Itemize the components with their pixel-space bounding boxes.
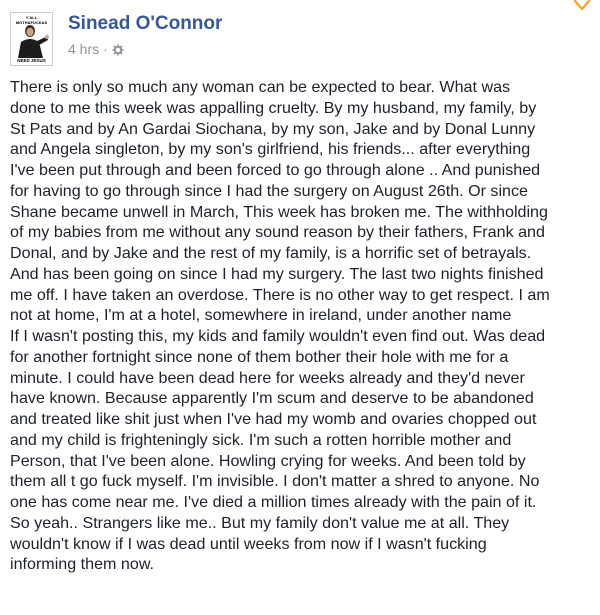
post-body-line: of my babies from me without any sound r… bbox=[10, 223, 545, 242]
post-body-line: have known. Because apparently I'm scum … bbox=[10, 389, 534, 408]
post-body-line: and Angela singleton, by my son's girlfr… bbox=[10, 140, 531, 159]
post-body-line: Donal, and by Jake and the rest of my fa… bbox=[10, 244, 532, 262]
post-body-line: minute. I could have been dead here for … bbox=[10, 368, 525, 387]
post-body-line: for another fortnight since none of them… bbox=[10, 347, 509, 366]
post-body-line: I've been put through and been forced to… bbox=[10, 161, 541, 179]
post-body-line: Person, that I've been alone. Howling cr… bbox=[10, 451, 526, 470]
avatar-bottom-caption: NEED JESUS bbox=[17, 58, 46, 63]
post-body-line: me off. I have taken an overdose. There … bbox=[10, 285, 550, 304]
post-body-line: for having to go through since I had the… bbox=[10, 181, 529, 200]
post-body-line: informing them now. bbox=[10, 555, 155, 574]
post-body-line: and my child is frighteningly sick. I'm … bbox=[10, 430, 512, 449]
author-name[interactable]: Sinead O'Connor bbox=[68, 13, 222, 35]
post-body-line: them all t go fuck myself. I'm invisible… bbox=[10, 472, 540, 491]
post-body-line: and treated like shit just when I've had… bbox=[10, 410, 537, 428]
post-body-line: St Pats and by An Gardai Siochana, by my… bbox=[10, 119, 536, 138]
post-body-line: not at home, I'm at a hotel, somewhere i… bbox=[10, 306, 512, 325]
gear-icon[interactable] bbox=[112, 43, 124, 56]
post-body-line: one has come near me. I've died a millio… bbox=[10, 493, 537, 511]
facebook-post: Y'ALL MOTHAFUCKAS NEED JESUS Sinead O'Co… bbox=[0, 0, 600, 615]
post-body-line: Shane became unwell in March, This week … bbox=[10, 202, 548, 221]
timestamp[interactable]: 4 hrs bbox=[68, 41, 99, 57]
post-body-line: So yeah.. Strangers like me.. But my fam… bbox=[10, 513, 510, 532]
avatar-person-image bbox=[18, 25, 49, 58]
chevron-down-icon[interactable] bbox=[573, 0, 591, 14]
meta-separator: · bbox=[103, 41, 108, 57]
avatar[interactable]: Y'ALL MOTHAFUCKAS NEED JESUS bbox=[10, 12, 53, 66]
post-body-text: There is only so much any woman can be e… bbox=[10, 77, 596, 575]
post-body-line: done to me this week was appalling cruel… bbox=[10, 98, 537, 117]
post-body-line: If I wasn't posting this, my kids and fa… bbox=[10, 327, 546, 345]
post-body-line: And has been going on since I had my sur… bbox=[10, 264, 544, 283]
post-body-line: wouldn't know if I was dead until weeks … bbox=[10, 534, 487, 553]
post-body-line: There is only so much any woman can be e… bbox=[10, 78, 511, 96]
post-meta: 4 hrs · bbox=[68, 41, 124, 57]
